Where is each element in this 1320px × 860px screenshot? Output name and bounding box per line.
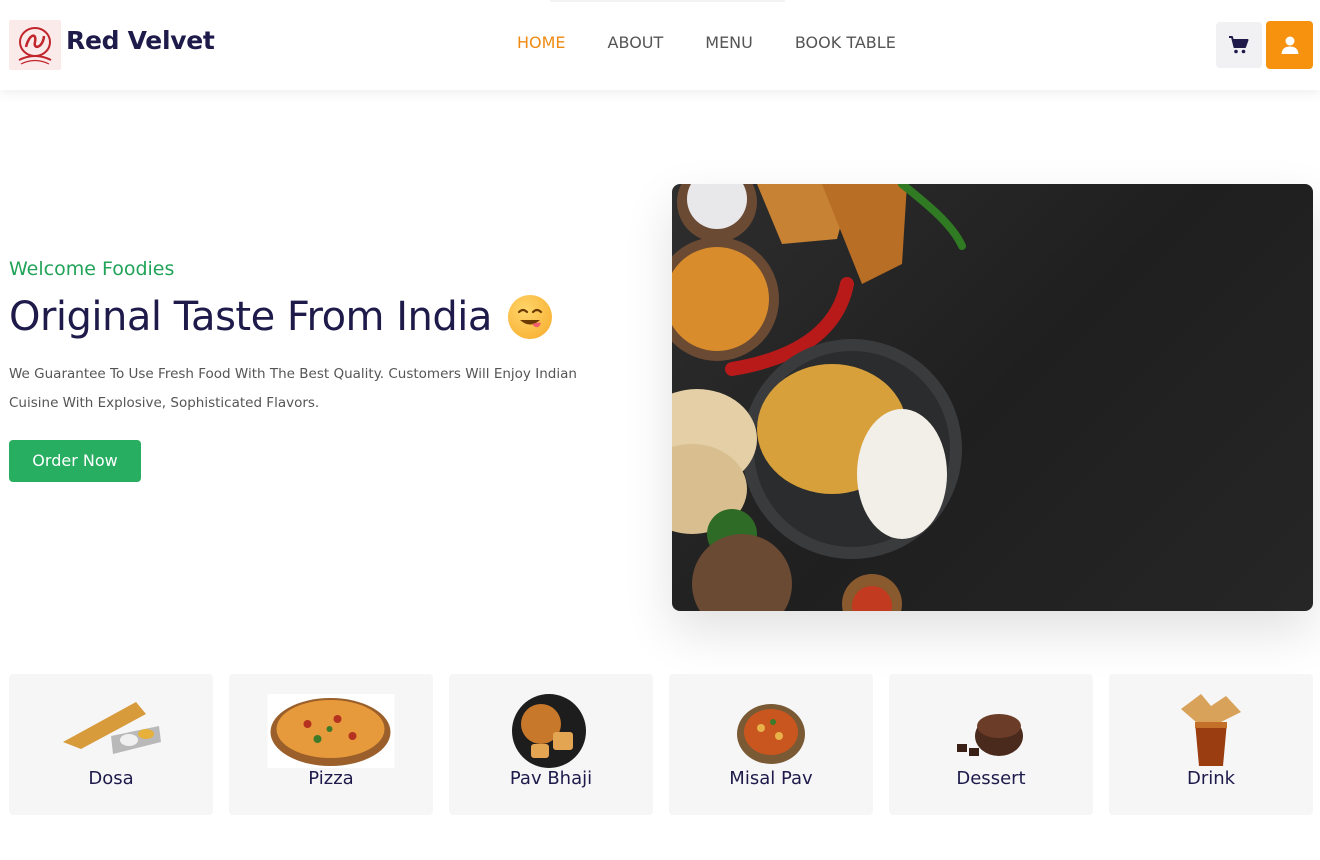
misal-pav-icon [711,694,831,769]
category-list: Dosa Pizza Pav Bhaji Misal Pav Dessert D… [9,674,1313,815]
hero-title-text: Original Taste From India [9,294,492,340]
category-card-misal-pav[interactable]: Misal Pav [669,674,873,815]
nav-about[interactable]: ABOUT [608,33,664,52]
dosa-icon [51,694,171,769]
pizza-icon [267,694,395,768]
cart-button[interactable] [1216,22,1262,68]
logo[interactable] [9,20,61,70]
category-card-dosa[interactable]: Dosa [9,674,213,815]
yum-face-emoji-icon [507,295,552,339]
category-label: Pizza [308,768,354,789]
category-card-pizza[interactable]: Pizza [229,674,433,815]
main-nav: HOME ABOUT MENU BOOK TABLE [517,33,896,52]
category-label: Dessert [956,768,1026,789]
red-velvet-logo-icon [18,27,52,65]
nav-home[interactable]: HOME [517,33,566,52]
user-button[interactable] [1266,21,1313,69]
cart-icon [1229,36,1249,54]
category-label: Pav Bhaji [509,768,593,789]
hero-subtitle: Welcome Foodies [9,258,175,280]
category-label: Misal Pav [729,768,813,789]
nav-menu[interactable]: MENU [705,33,753,52]
category-card-pav-bhaji[interactable]: Pav Bhaji [449,674,653,815]
cola-glass-icon [1151,694,1271,769]
user-icon [1281,36,1298,54]
pav-bhaji-icon [491,694,611,769]
category-card-dessert[interactable]: Dessert [889,674,1093,815]
hero-description: We Guarantee To Use Fresh Food With The … [9,366,577,411]
nav-book-table[interactable]: BOOK TABLE [795,33,896,52]
category-label: Drink [1186,768,1236,789]
hero-title: Original Taste From India [9,294,649,340]
hero-section: Welcome Foodies Original Taste From Indi… [9,258,649,482]
brand-name[interactable]: Red Velvet [66,26,215,55]
hero-food-image [672,184,1313,611]
order-now-button[interactable]: Order Now [9,440,141,482]
category-label: Dosa [88,768,134,789]
top-divider [550,0,785,2]
chocolate-cake-icon [931,694,1051,769]
indian-food-spread-icon [672,184,966,611]
navbar: Red Velvet HOME ABOUT MENU BOOK TABLE [0,0,1320,90]
category-card-drink[interactable]: Drink [1109,674,1313,815]
